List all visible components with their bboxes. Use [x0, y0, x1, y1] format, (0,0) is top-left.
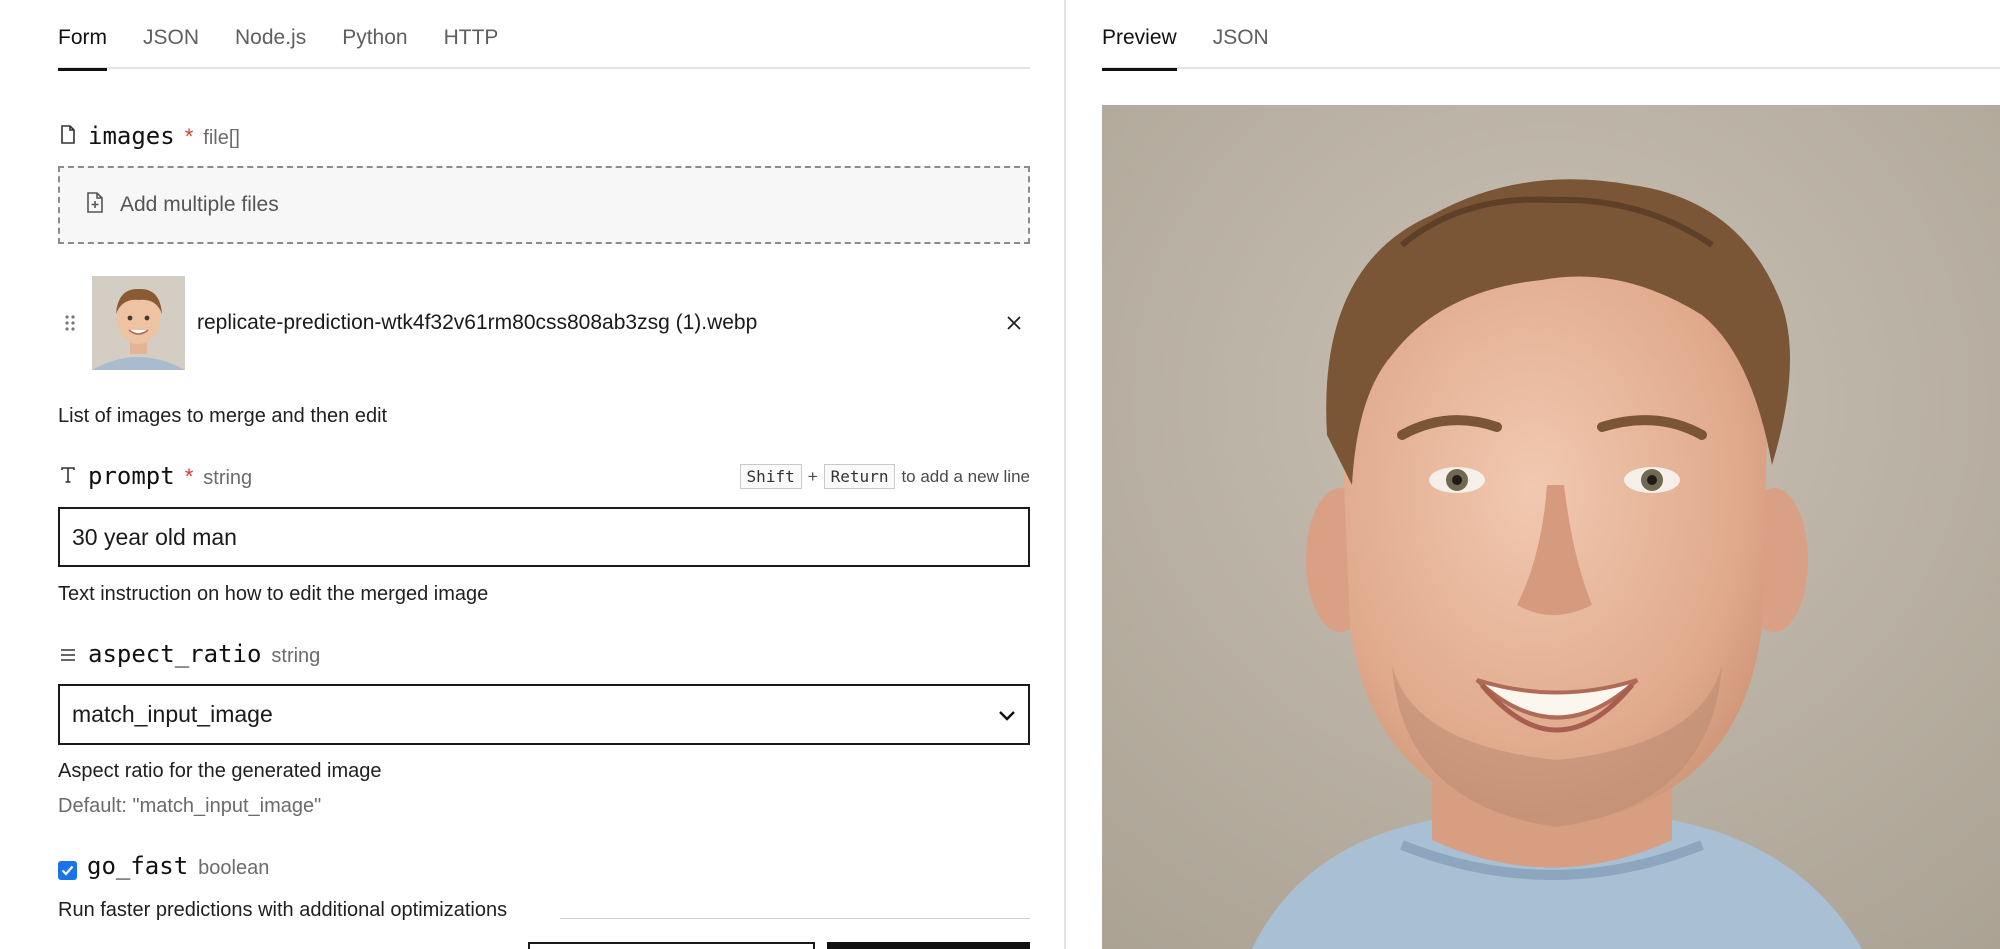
tab-http[interactable]: HTTP	[444, 0, 499, 69]
tab-python[interactable]: Python	[342, 0, 407, 69]
aspect-ratio-select[interactable]: match_input_image	[58, 684, 1030, 745]
aspect-ratio-value: match_input_image	[72, 701, 273, 727]
go-fast-field-header: go_fast boolean	[58, 852, 269, 880]
tab-form[interactable]: Form	[58, 0, 107, 71]
tab-json[interactable]: JSON	[143, 0, 199, 69]
required-mark: *	[184, 464, 194, 489]
input-tabs: Form JSON Node.js Python HTTP	[58, 0, 1030, 71]
file-name: replicate-prediction-wtk4f32v61rm80css80…	[197, 311, 758, 334]
output-panel: Preview JSON	[1066, 0, 2000, 949]
go-fast-description: Run faster predictions with additional o…	[58, 899, 508, 921]
run-button[interactable]	[827, 942, 1030, 949]
newline-hint: Shift + Return to add a new line	[739, 464, 1030, 489]
kbd-plus: +	[807, 466, 818, 486]
images-description: List of images to merge and then edit	[58, 405, 388, 427]
file-plus-icon	[86, 192, 104, 218]
input-panel: Form JSON Node.js Python HTTP images * f…	[0, 0, 1064, 949]
kbd-shift: Shift	[739, 464, 802, 489]
go-fast-checkbox[interactable]	[58, 861, 77, 880]
aspect-ratio-field-header: aspect_ratio string	[58, 640, 320, 668]
hint-text: to add a new line	[901, 466, 1030, 486]
prompt-input[interactable]: 30 year old man	[58, 507, 1030, 567]
tab-output-json[interactable]: JSON	[1213, 0, 1269, 69]
file-dropzone[interactable]: Add multiple files	[58, 166, 1030, 244]
list-icon	[58, 648, 78, 662]
file-thumbnail	[92, 276, 185, 370]
go-fast-field-type: boolean	[198, 857, 270, 879]
prompt-field-header: prompt * string	[58, 462, 252, 490]
prompt-description: Text instruction on how to edit the merg…	[58, 583, 489, 605]
prompt-field-name: prompt	[88, 462, 175, 490]
aspect-ratio-field-type: string	[271, 645, 321, 667]
output-tabs: Preview JSON	[1102, 0, 2000, 71]
dropzone-label: Add multiple files	[120, 193, 279, 216]
action-bar-divider	[560, 918, 1030, 919]
drag-handle-icon[interactable]	[58, 313, 82, 333]
images-field-type: file[]	[203, 127, 240, 149]
images-field-header: images * file[]	[58, 122, 240, 150]
tab-preview[interactable]: Preview	[1102, 0, 1177, 71]
prompt-field-type: string	[203, 467, 253, 489]
output-preview-image	[1102, 105, 2000, 949]
reset-button[interactable]	[528, 942, 815, 949]
images-field-name: images	[88, 122, 175, 150]
tab-nodejs[interactable]: Node.js	[235, 0, 306, 69]
aspect-ratio-description: Aspect ratio for the generated image	[58, 760, 382, 782]
aspect-ratio-default: Default: "match_input_image"	[58, 795, 322, 817]
file-icon	[58, 125, 78, 144]
chevron-down-icon	[998, 701, 1016, 728]
uploaded-file-item: replicate-prediction-wtk4f32v61rm80css80…	[58, 276, 1030, 370]
close-icon[interactable]	[1000, 309, 1028, 337]
go-fast-field-name: go_fast	[87, 852, 189, 880]
aspect-ratio-field-name: aspect_ratio	[88, 640, 262, 668]
required-mark: *	[184, 124, 194, 149]
text-type-icon	[58, 466, 78, 484]
kbd-return: Return	[823, 464, 896, 489]
